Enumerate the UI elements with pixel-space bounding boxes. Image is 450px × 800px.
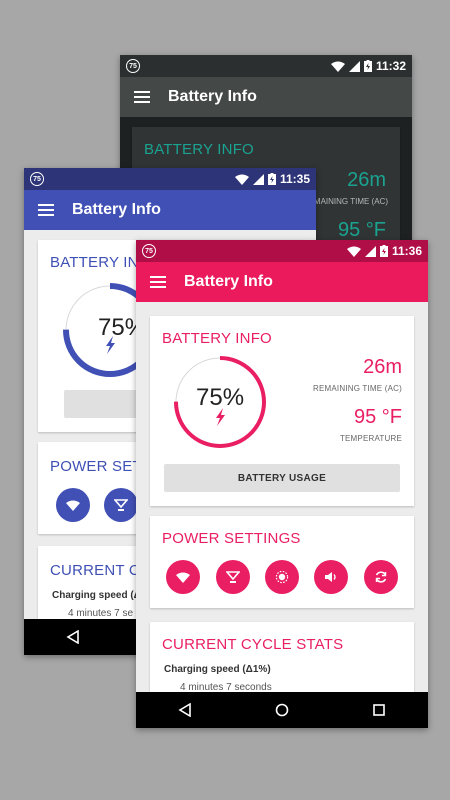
charging-speed-value: 4 minutes 7 se (68, 608, 134, 619)
remaining-time-value: 26m (363, 356, 402, 378)
sync-icon (375, 571, 387, 583)
battery-charging-icon (267, 173, 276, 185)
cell-signal-icon (364, 245, 376, 257)
menu-icon[interactable] (134, 91, 150, 103)
cycle-stats-title: CURRENT CYCLE STATS (162, 636, 344, 653)
battery-charging-icon (363, 60, 372, 72)
hotspot-toggle-button[interactable] (104, 488, 138, 522)
power-settings-card: POWER SETTINGS (150, 516, 414, 608)
back-icon[interactable] (66, 630, 80, 644)
cell-signal-icon (252, 173, 264, 185)
menu-icon[interactable] (38, 204, 54, 216)
temperature-label: TEMPERATURE (339, 434, 402, 443)
clock: 11:36 (391, 244, 422, 258)
brightness-toggle-button[interactable] (265, 560, 299, 594)
brightness-icon (275, 570, 289, 584)
battery-info-title: BATTERY INFO (144, 141, 254, 158)
temperature-value: 95 °F (337, 219, 386, 241)
battery-info-title: BATTERY INFO (162, 330, 272, 347)
app-title: Battery Info (168, 88, 257, 105)
battery-info-card: BATTERY INFO 75% 26m REMAINING TIME (AC)… (150, 316, 414, 506)
clock: 11:32 (375, 59, 406, 73)
wifi-icon (176, 572, 190, 583)
app-title: Battery Info (184, 273, 273, 290)
status-bar: 75 11:35 (24, 168, 316, 190)
battery-usage-button[interactable]: BATTERY USAGE (164, 464, 400, 492)
hotspot-toggle-button[interactable] (216, 560, 250, 594)
hotspot-icon (114, 499, 128, 511)
battery-charging-icon (379, 245, 388, 257)
navigation-bar (136, 692, 428, 728)
status-bar: 75 11:36 (136, 240, 428, 262)
clock: 11:35 (279, 172, 310, 186)
phone-pink-theme: 75 11:36 Battery Info BATTERY INFO 75% 2… (136, 240, 428, 728)
battery-percent: 75% (196, 384, 245, 411)
wifi-icon (66, 500, 80, 511)
recents-icon[interactable] (372, 703, 386, 717)
notification-badge: 75 (142, 244, 156, 258)
wifi-toggle-button[interactable] (56, 488, 90, 522)
charging-speed-label: Charging speed (Δ1%) (164, 664, 271, 675)
power-settings-title: POWER SETTINGS (162, 530, 301, 547)
hotspot-icon (226, 571, 240, 583)
wifi-signal-icon (234, 174, 249, 185)
wifi-signal-icon (346, 246, 361, 257)
app-title: Battery Info (72, 201, 161, 218)
back-icon[interactable] (178, 703, 192, 717)
remaining-time-label: REMAINING TIME (AC) (313, 384, 402, 393)
charging-speed-label: Charging speed (Δ (52, 590, 141, 601)
cell-signal-icon (348, 60, 360, 72)
app-bar: Battery Info (136, 262, 428, 302)
volume-icon (325, 572, 336, 582)
app-bar: Battery Info (24, 190, 316, 230)
notification-badge: 75 (126, 59, 140, 73)
home-icon[interactable] (275, 703, 289, 717)
wifi-toggle-button[interactable] (166, 560, 200, 594)
wifi-signal-icon (330, 61, 345, 72)
remaining-time-value: 26m (347, 169, 386, 191)
menu-icon[interactable] (150, 276, 166, 288)
remaining-time-label: MAINING TIME (AC) (313, 197, 388, 206)
status-bar: 75 11:32 (120, 55, 412, 77)
notification-badge: 75 (30, 172, 44, 186)
app-bar: Battery Info (120, 77, 412, 117)
sync-toggle-button[interactable] (364, 560, 398, 594)
temperature-value: 95 °F (353, 406, 402, 428)
volume-toggle-button[interactable] (314, 560, 348, 594)
